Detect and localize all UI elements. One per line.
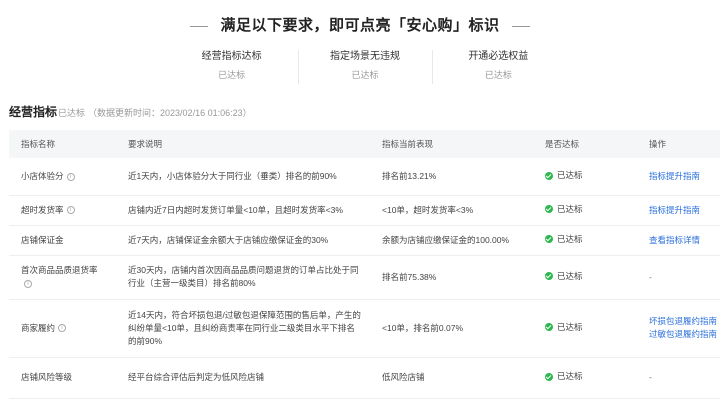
check-circle-icon	[545, 272, 553, 281]
metrics-table: 指标名称 要求说明 指标当前表现 是否达标 操作 小店体验分 i 近1天内，小店体…	[9, 130, 720, 399]
col-header-reached: 是否达标	[545, 139, 580, 149]
metric-name-cell: 首次商品品质退货率 i	[9, 255, 116, 300]
requirement-name: 经营指标达标	[201, 51, 262, 62]
reached-label: 已达标	[557, 270, 583, 281]
info-icon[interactable]: i	[58, 324, 67, 333]
reached-label: 已达标	[557, 203, 583, 214]
table-row: 店铺保证金 近7天内，店铺保证金余额大于店铺应缴保证金的30% 余额为店铺应缴保…	[9, 225, 720, 256]
requirement-cell: 近7天内，店铺保证金余额大于店铺应缴保证金的30%	[116, 225, 370, 256]
metric-name: 商家履约	[21, 322, 56, 333]
current-cell: 排名前75.38%	[370, 255, 533, 300]
info-icon[interactable]: i	[66, 206, 75, 215]
requirement-item: 经营指标达标 已达标	[165, 50, 298, 86]
col-header-name: 指标名称	[21, 139, 56, 149]
current-cell: 排名前13.21%	[370, 158, 533, 196]
no-action-dash: -	[649, 372, 652, 382]
action-cell: -	[637, 255, 720, 300]
requirement-item: 指定场景无违规 已达标	[298, 50, 431, 86]
requirement-status: 已达标	[218, 70, 246, 80]
banner-title-text: 满足以下要求，即可点亮「安心购」标识	[220, 17, 500, 34]
allergy-return-guide-link[interactable]: 过敏包退履约指南	[649, 328, 717, 341]
table-row: 小店体验分 i 近1天内，小店体验分大于同行业（垂类）排名的前90% 排名前13.…	[9, 158, 720, 196]
section-title: 经营指标	[9, 105, 58, 119]
current-cell: 低风险店铺	[370, 357, 533, 399]
reached-label: 已达标	[557, 233, 583, 244]
reached-cell: 已达标	[533, 158, 637, 196]
requirement-item: 开通必选权益 已达标	[431, 50, 565, 86]
action-cell: 指标提升指南	[637, 158, 720, 196]
metric-name-cell: 超时发货率 i	[9, 195, 116, 226]
requirement-name: 开通必选权益	[468, 51, 529, 62]
requirement-name: 指定场景无违规	[329, 51, 400, 62]
reached-cell: 已达标	[533, 255, 637, 300]
metric-name: 店铺风险等级	[21, 372, 73, 382]
table-header-row: 指标名称 要求说明 指标当前表现 是否达标 操作	[9, 130, 720, 158]
metric-name-cell: 商家履约 i	[9, 299, 116, 358]
info-icon[interactable]: i	[66, 172, 75, 181]
table-row: 超时发货率 i 店铺内近7日内超时发货订单量<10单，且超时发货率<3% <10单…	[9, 195, 720, 226]
metric-name-cell: 店铺保证金	[9, 225, 116, 256]
requirement-cell: 店铺内近7日内超时发货订单量<10单，且超时发货率<3%	[116, 195, 370, 226]
table-row: 首次商品品质退货率 i 近30天内，店铺内首次因商品品质问题退货的订单占比处于同行…	[9, 255, 720, 300]
reached-label: 已达标	[557, 170, 583, 180]
table-row: 商家履约 i 近14天内，符合坏损包退/过敏包退保障范围的售后单，产生的纠纷单量<…	[9, 299, 720, 358]
current-cell: 余额为店铺应缴保证金的100.00%	[370, 225, 533, 256]
reached-cell: 已达标	[533, 195, 637, 226]
title-left-dash	[190, 25, 209, 27]
view-detail-link[interactable]: 查看指标详情	[649, 234, 712, 247]
requirement-cell: 近30天内，店铺内首次因商品品质问题退货的订单占比处于同行业（主营一级类目）排名…	[116, 255, 370, 300]
metric-name: 小店体验分	[21, 170, 64, 181]
metric-name-cell: 店铺风险等级	[9, 357, 116, 399]
data-update-time: （数据更新时间：2023/02/16 01:06:23）	[88, 108, 252, 118]
reached-label: 已达标	[557, 321, 583, 332]
check-circle-icon	[545, 205, 553, 214]
metric-name: 超时发货率	[21, 204, 64, 215]
col-header-action: 操作	[649, 139, 667, 149]
banner-title: 满足以下要求，即可点亮「安心购」标识	[0, 14, 720, 35]
requirements-summary: 经营指标达标 已达标 指定场景无违规 已达标 开通必选权益 已达标	[165, 50, 565, 86]
requirement-cell: 经平台综合评估后判定为低风险店铺	[116, 357, 370, 399]
check-circle-icon	[545, 235, 553, 244]
action-cell: 坏损包退履约指南 过敏包退履约指南	[637, 299, 720, 358]
reached-cell: 已达标	[533, 225, 637, 256]
reached-cell: 已达标	[533, 357, 637, 399]
check-circle-icon	[545, 323, 553, 332]
action-cell: 指标提升指南	[637, 195, 720, 226]
requirement-status: 已达标	[484, 70, 512, 80]
info-icon[interactable]: i	[24, 279, 32, 288]
action-cell: 查看指标详情	[637, 225, 720, 256]
current-cell: <10单，超时发货率<3%	[370, 195, 533, 226]
check-circle-icon	[545, 372, 553, 381]
table-row: 店铺风险等级 经平台综合评估后判定为低风险店铺 低风险店铺 已达标 -	[9, 357, 720, 399]
requirement-cell: 近14天内，符合坏损包退/过敏包退保障范围的售后单，产生的纠纷单量<10单，且纠…	[116, 299, 370, 358]
no-action-dash: -	[649, 271, 652, 282]
damage-return-guide-link[interactable]: 坏损包退履约指南	[649, 315, 717, 328]
reached-cell: 已达标	[533, 299, 637, 358]
col-header-requirement: 要求说明	[128, 139, 163, 149]
col-header-current: 指标当前表现	[382, 139, 434, 149]
improve-guide-link[interactable]: 指标提升指南	[649, 204, 712, 217]
action-cell: -	[637, 357, 720, 399]
metric-name-cell: 小店体验分 i	[9, 158, 116, 196]
improve-guide-link[interactable]: 指标提升指南	[649, 170, 712, 183]
section-status-badge: 已达标	[58, 108, 86, 118]
requirement-cell: 近1天内，小店体验分大于同行业（垂类）排名的前90%	[116, 158, 370, 196]
section-header: 经营指标 已达标 （数据更新时间：2023/02/16 01:06:23）	[9, 103, 252, 120]
current-cell: <10单，排名前0.07%	[370, 299, 533, 358]
check-circle-icon	[545, 171, 553, 180]
reached-label: 已达标	[557, 371, 583, 382]
requirement-status: 已达标	[351, 70, 379, 80]
title-right-dash	[511, 25, 530, 27]
metric-name: 首次商品品质退货率	[21, 265, 98, 275]
metric-name: 店铺保证金	[21, 234, 64, 245]
